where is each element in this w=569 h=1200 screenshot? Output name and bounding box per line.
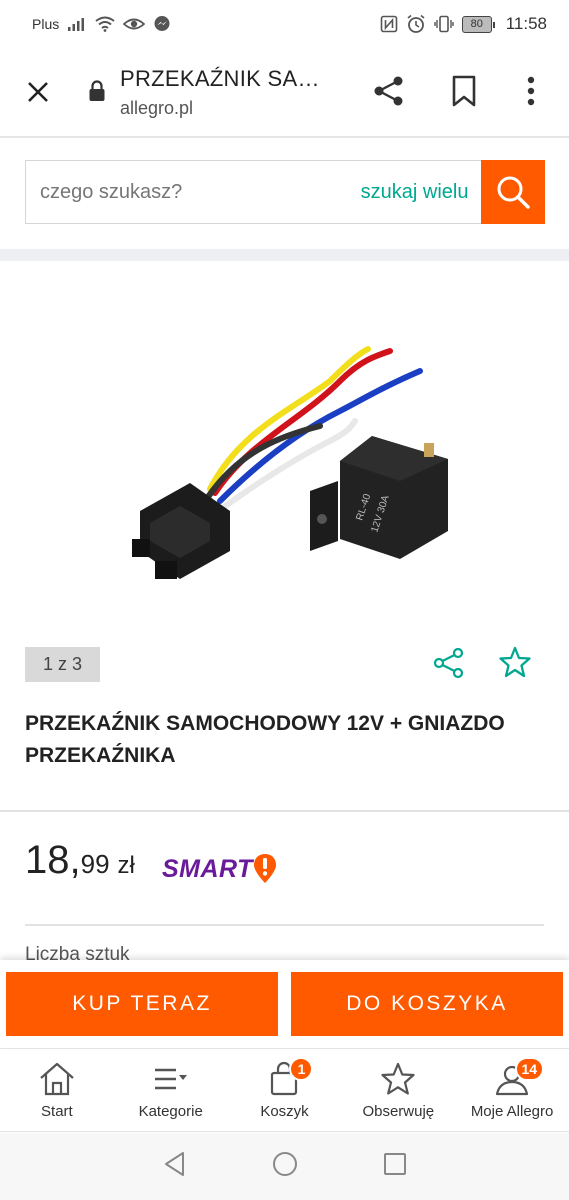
home-circle-icon[interactable] (271, 1150, 299, 1183)
nav-my-allegro[interactable]: 14 Moje Allegro (455, 1049, 569, 1131)
divider (0, 810, 569, 812)
alarm-icon (406, 14, 426, 34)
messenger-icon (153, 15, 171, 33)
carrier-label: Plus (32, 16, 60, 32)
system-nav (0, 1133, 569, 1200)
search-input[interactable] (26, 161, 361, 223)
price: 18, 99 zł (25, 838, 135, 883)
search-icon (497, 176, 530, 209)
nav-label: Start (41, 1103, 73, 1120)
browser-toolbar: PRZEKAŹNIK SA… allegro.pl (0, 48, 569, 138)
nfc-icon (380, 15, 398, 33)
bottom-nav: Start Kategorie 1 Koszyk Obserwuję 14 Mo… (0, 1048, 569, 1132)
close-icon[interactable] (22, 76, 54, 108)
star-icon (380, 1061, 416, 1097)
search-button[interactable] (480, 160, 545, 224)
page-title: PRZEKAŹNIK SA… (120, 66, 320, 91)
product-title: PRZEKAŹNIK SAMOCHODOWY 12V + GNIAZDO PRZ… (25, 712, 505, 767)
lock-icon (88, 80, 106, 107)
nav-start[interactable]: Start (0, 1049, 114, 1131)
clock: 11:58 (505, 14, 547, 33)
section-separator (0, 249, 569, 261)
nav-label: Obserwuję (362, 1103, 435, 1120)
search-many-link[interactable]: szukaj wielu (361, 181, 469, 204)
product-image[interactable]: RL-40 12V 30A (0, 261, 569, 641)
nav-label: Moje Allegro (470, 1103, 554, 1120)
price-main: 18, (25, 838, 81, 882)
page-url: allegro.pl (120, 98, 194, 118)
cart-icon: 1 (269, 1057, 314, 1097)
add-to-cart-button[interactable]: DO KOSZYKA (291, 972, 563, 1036)
status-bar: Plus 80 11:58 (0, 0, 569, 48)
smart-label: SMART (162, 854, 253, 883)
battery-indicator: 80 (461, 15, 495, 33)
nav-cart[interactable]: 1 Koszyk (228, 1049, 342, 1131)
more-options-icon[interactable] (524, 74, 538, 113)
watch-star-icon[interactable] (498, 645, 532, 684)
home-icon (38, 1061, 76, 1097)
smart-badge[interactable]: SMART (162, 853, 277, 885)
smart-exclamation-icon (253, 854, 276, 883)
vibrate-icon (434, 15, 454, 33)
menu-icon (152, 1061, 190, 1097)
nav-label: Koszyk (260, 1103, 309, 1120)
nav-categories[interactable]: Kategorie (114, 1049, 228, 1131)
buy-now-button[interactable]: KUP TERAZ (6, 972, 278, 1036)
search-bar: szukaj wielu (25, 160, 545, 224)
account-badge: 14 (514, 1057, 545, 1081)
wifi-icon (95, 16, 115, 32)
bookmark-icon[interactable] (450, 74, 478, 113)
recents-icon[interactable] (381, 1150, 409, 1183)
price-cents: 99 (80, 849, 110, 879)
cart-badge: 1 (289, 1057, 314, 1081)
nav-label: Kategorie (138, 1103, 203, 1120)
eye-icon (123, 16, 146, 32)
share-product-icon[interactable] (432, 646, 466, 685)
divider (25, 924, 544, 926)
nav-watched[interactable]: Obserwuję (341, 1049, 455, 1131)
back-icon[interactable] (161, 1150, 189, 1183)
share-icon[interactable] (372, 74, 406, 113)
user-icon: 14 (494, 1057, 545, 1097)
gallery-counter: 1 z 3 (25, 647, 100, 682)
action-bar: KUP TERAZ DO KOSZYKA (0, 960, 569, 1048)
signal-icon (67, 16, 87, 32)
price-currency: zł (117, 852, 135, 879)
